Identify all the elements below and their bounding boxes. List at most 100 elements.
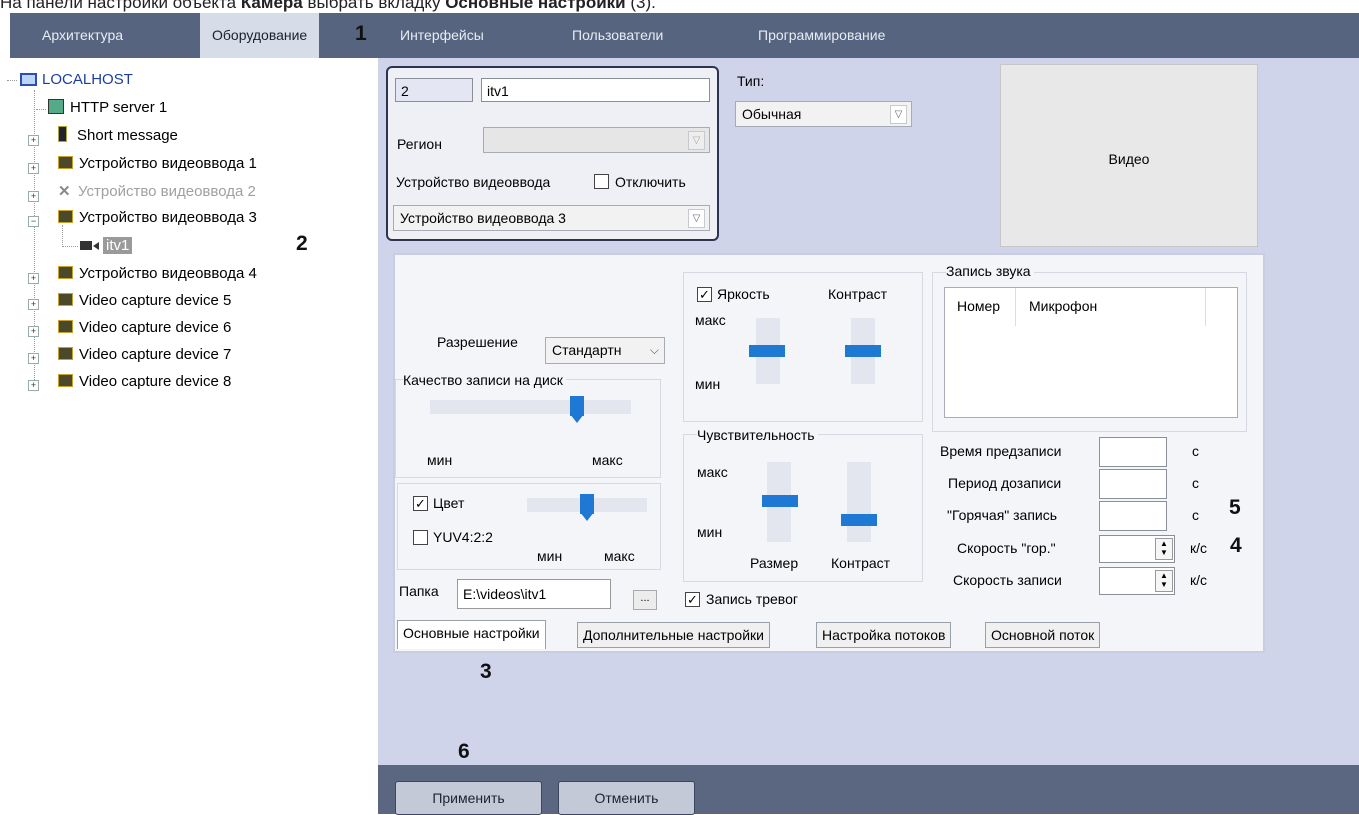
marker-4: 4 — [1230, 534, 1242, 557]
marker-2: 2 — [296, 232, 308, 255]
prerecord-label: Время предзаписи — [940, 443, 1062, 459]
tab-stream-settings[interactable]: Настройка потоков — [816, 622, 952, 648]
tab-main-stream[interactable]: Основной поток — [985, 622, 1101, 648]
tree-item-video-1[interactable]: Устройство видеоввода 1 — [58, 152, 257, 176]
postrecord-field[interactable] — [1099, 469, 1167, 499]
tree-item-video-6[interactable]: Video capture device 6 — [58, 316, 231, 340]
menu-hardware[interactable]: Оборудование — [200, 13, 320, 58]
brightness-checkbox[interactable]: ✓ — [697, 287, 712, 302]
hot-record-field[interactable] — [1099, 501, 1167, 531]
quality-min-label: мин — [427, 452, 453, 468]
marker-6: 6 — [458, 740, 470, 763]
hot-speed-unit: к/с — [1190, 540, 1208, 556]
color-label: Цвет — [433, 495, 465, 511]
apply-button[interactable]: Применить — [395, 781, 542, 815]
folder-field[interactable]: E:\videos\itv1 — [457, 579, 611, 609]
color-checkbox[interactable]: ✓ — [413, 496, 428, 511]
folder-label: Папка — [399, 583, 439, 599]
tree-item-sms[interactable]: Short message — [58, 124, 178, 148]
region-label: Регион — [397, 136, 442, 152]
tab-basic-settings[interactable]: Основные настройки — [397, 620, 546, 649]
tree-item-video-4[interactable]: Устройство видеоввода 4 — [58, 262, 257, 286]
sensitivity-min-label: мин — [697, 524, 723, 540]
tree-item-video-2[interactable]: ✕ Устройство видеоввода 2 — [58, 180, 256, 204]
browse-button[interactable]: ... — [633, 590, 657, 610]
sensitivity-max-label: макс — [697, 464, 728, 480]
chip-icon — [58, 374, 73, 387]
device-select[interactable]: Устройство видеоввода 3 ▽ — [393, 205, 710, 231]
tree-item-video-5[interactable]: Video capture device 5 — [58, 289, 231, 313]
alarm-record-label: Запись тревог — [706, 591, 798, 607]
brightness-min-label: мин — [695, 376, 721, 392]
chip-icon — [58, 320, 73, 333]
region-select[interactable]: ▽ — [483, 127, 710, 153]
expand-icon[interactable]: + — [28, 135, 39, 146]
menu-interfaces[interactable]: Интерфейсы — [400, 13, 484, 58]
expand-icon[interactable]: + — [28, 353, 39, 364]
object-name-field[interactable]: itv1 — [481, 78, 710, 102]
microphone-table[interactable]: Номер Микрофон — [944, 287, 1238, 418]
collapse-icon[interactable]: − — [28, 216, 39, 227]
tree-item-video-3[interactable]: Устройство видеоввода 3 — [58, 206, 257, 230]
object-id-field[interactable]: 2 — [395, 78, 473, 102]
top-menu: Архитектура Оборудование Интерфейсы Поль… — [10, 13, 1359, 58]
size-label: Размер — [750, 555, 799, 571]
tree-item-camera[interactable]: itv1 — [80, 234, 133, 258]
table-header-microphone: Микрофон — [1029, 298, 1098, 314]
instruction-caption: На панели настройки объекта Камера выбра… — [0, 0, 656, 12]
sensitivity-contrast-slider[interactable] — [847, 462, 871, 542]
chevron-down-icon: ▽ — [688, 209, 705, 228]
tree-root[interactable]: LOCALHOST — [20, 68, 133, 92]
computer-icon — [20, 73, 37, 86]
chip-icon — [58, 156, 73, 169]
color-min-label: мин — [537, 548, 563, 564]
phone-icon — [58, 126, 67, 142]
audio-label: Запись звука — [946, 263, 1034, 279]
disabled-x-icon: ✕ — [58, 183, 71, 200]
disable-label: Отключить — [615, 174, 686, 190]
postrecord-label: Период дозаписи — [948, 475, 1062, 491]
menu-programming[interactable]: Программирование — [758, 13, 885, 58]
cancel-button[interactable]: Отменить — [558, 781, 695, 815]
menu-users[interactable]: Пользователи — [572, 13, 663, 58]
yuv-checkbox[interactable] — [413, 530, 428, 545]
marker-3: 3 — [480, 660, 492, 683]
hot-record-label: "Горячая" запись — [947, 507, 1058, 523]
hot-speed-spinner-icon[interactable]: ▲ ▼ — [1155, 538, 1173, 560]
tree-item-http[interactable]: HTTP server 1 — [48, 96, 167, 120]
color-slider-thumb[interactable] — [580, 494, 594, 514]
expand-icon[interactable]: + — [28, 380, 39, 391]
record-speed-spinner-icon[interactable]: ▲ ▼ — [1155, 570, 1173, 592]
resolution-select[interactable]: Стандартн ⌵ — [545, 337, 665, 364]
yuv-label: YUV4:2:2 — [433, 529, 493, 545]
video-label: Видео — [1108, 151, 1150, 167]
sensitivity-contrast-label: Контраст — [831, 555, 891, 571]
size-slider-thumb[interactable] — [762, 495, 798, 507]
expand-icon[interactable]: + — [28, 326, 39, 337]
quality-slider-thumb[interactable] — [570, 396, 584, 416]
contrast-slider-thumb[interactable] — [845, 345, 881, 357]
chip-icon — [58, 266, 73, 279]
marker-1: 1 — [355, 22, 367, 45]
prerecord-field[interactable] — [1099, 437, 1167, 467]
tree-item-video-8[interactable]: Video capture device 8 — [58, 370, 231, 394]
marker-5: 5 — [1229, 496, 1241, 519]
video-preview[interactable]: Видео — [1000, 64, 1258, 247]
type-select[interactable]: Обычная ▽ — [735, 101, 912, 127]
hot-speed-label: Скорость "гор." — [957, 540, 1056, 556]
sensitivity-contrast-slider-thumb[interactable] — [841, 514, 877, 526]
chip-icon — [58, 210, 73, 223]
menu-architecture[interactable]: Архитектура — [42, 13, 123, 58]
tree-item-video-7[interactable]: Video capture device 7 — [58, 343, 231, 367]
alarm-record-checkbox[interactable]: ✓ — [685, 592, 700, 607]
disable-checkbox[interactable] — [594, 174, 609, 189]
quality-slider[interactable] — [430, 400, 631, 414]
tab-advanced-settings[interactable]: Дополнительные настройки — [577, 622, 770, 648]
expand-icon[interactable]: + — [28, 163, 39, 174]
camera-icon — [80, 241, 92, 250]
quality-label: Качество записи на диск — [403, 372, 566, 388]
expand-icon[interactable]: + — [28, 273, 39, 284]
expand-icon[interactable]: + — [28, 299, 39, 310]
expand-icon[interactable]: + — [28, 191, 39, 202]
brightness-slider-thumb[interactable] — [749, 345, 785, 357]
